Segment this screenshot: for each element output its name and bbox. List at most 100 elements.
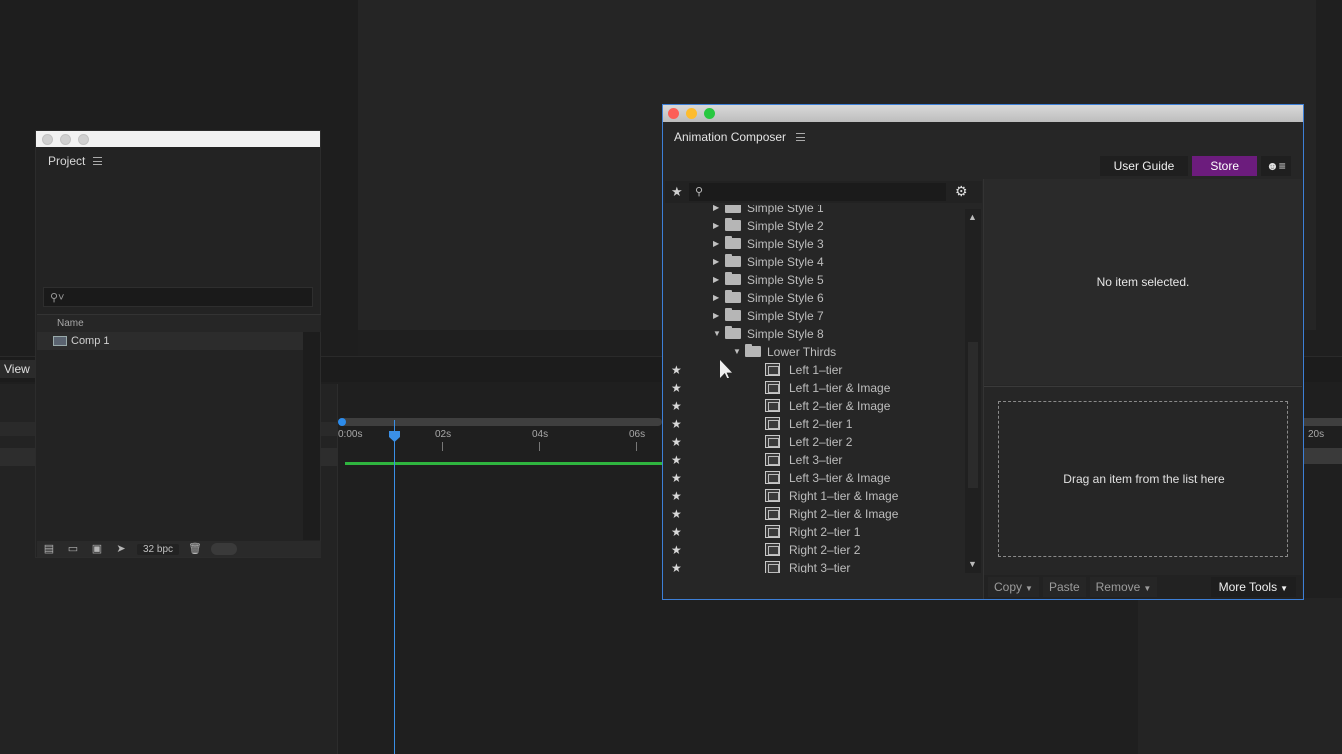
remove-button[interactable]: Remove ▼ (1089, 577, 1158, 597)
drop-zone[interactable]: Drag an item from the list here (998, 401, 1288, 557)
more-tools-button[interactable]: More Tools ▼ (1210, 577, 1296, 597)
work-area-bar[interactable] (340, 418, 662, 426)
scroll-up-icon[interactable]: ▲ (968, 212, 977, 222)
preset-icon (765, 381, 780, 394)
favorite-star-icon[interactable]: ★ (671, 525, 682, 539)
render-queue-icon[interactable]: ➤ (113, 544, 129, 555)
disclosure-expanded-icon[interactable]: ▼ (733, 347, 741, 356)
tick (539, 442, 540, 451)
panel-menu-icon[interactable] (796, 133, 806, 141)
tree-folder[interactable]: ▶ Simple Style 5 (665, 271, 965, 289)
tree-preset[interactable]: ★ Left 3–tier (665, 451, 965, 469)
project-search-input[interactable]: ⚲˅ (43, 287, 313, 307)
work-area-bar-end[interactable] (1304, 418, 1342, 426)
scroll-thumb[interactable] (968, 342, 978, 488)
preset-icon (765, 525, 780, 538)
tree-folder[interactable]: ▶ Simple Style 1 (665, 205, 965, 217)
store-button[interactable]: Store (1192, 156, 1257, 176)
preset-tree-scrollbar[interactable]: ▲ ▼ (965, 209, 981, 573)
scroll-down-icon[interactable]: ▼ (968, 559, 977, 569)
disclosure-collapsed-icon[interactable]: ▶ (713, 257, 719, 266)
favorites-filter-icon[interactable]: ★ (671, 184, 683, 200)
paste-button[interactable]: Paste (1042, 577, 1086, 597)
chevron-down-icon: ▼ (1025, 584, 1033, 593)
disclosure-collapsed-icon[interactable]: ▶ (713, 205, 719, 212)
favorite-star-icon[interactable]: ★ (671, 471, 682, 485)
interpret-footage-icon[interactable]: ▤ (41, 544, 57, 555)
favorite-star-icon[interactable]: ★ (671, 453, 682, 467)
minimize-button[interactable] (60, 133, 71, 145)
toggle-switch[interactable] (211, 543, 238, 555)
user-guide-button[interactable]: User Guide (1099, 156, 1189, 176)
settings-gear-icon[interactable]: ⚙ (955, 183, 968, 200)
disclosure-collapsed-icon[interactable]: ▶ (713, 293, 719, 302)
folder-icon (725, 254, 741, 267)
tree-folder[interactable]: ▶ Simple Style 3 (665, 235, 965, 253)
tree-preset[interactable]: ★ Left 1–tier (665, 361, 965, 379)
new-composition-icon[interactable]: ▣ (89, 544, 105, 555)
new-folder-icon[interactable]: ▭ (65, 544, 81, 555)
preset-icon (765, 453, 780, 466)
layer-duration-bar[interactable] (345, 462, 662, 465)
zoom-button[interactable] (704, 108, 715, 119)
search-icon: ⚲˅ (50, 292, 65, 304)
disclosure-collapsed-icon[interactable]: ▶ (713, 221, 719, 230)
user-menu-icon[interactable]: ☻≡ (1261, 156, 1291, 176)
tree-folder[interactable]: ▶ Simple Style 7 (665, 307, 965, 325)
disclosure-expanded-icon[interactable]: ▼ (713, 329, 721, 338)
view-menu[interactable]: View (0, 360, 36, 378)
tree-folder[interactable]: ▶ Simple Style 4 (665, 253, 965, 271)
project-item[interactable]: Comp 1 (37, 332, 303, 350)
close-button[interactable] (42, 133, 53, 145)
panel-menu-icon[interactable] (93, 157, 103, 165)
tick-label: 04s (532, 429, 549, 440)
playhead-line[interactable] (394, 420, 395, 754)
composer-footer: Copy ▼ Paste Remove ▼ More Tools ▼ (984, 575, 1302, 599)
favorite-star-icon[interactable]: ★ (671, 507, 682, 521)
tree-preset[interactable]: ★ Right 2–tier & Image (665, 505, 965, 523)
disclosure-collapsed-icon[interactable]: ▶ (713, 275, 719, 284)
tree-folder[interactable]: ▶ Simple Style 6 (665, 289, 965, 307)
project-scrollbar[interactable] (303, 332, 320, 540)
close-button[interactable] (668, 108, 679, 119)
favorite-star-icon[interactable]: ★ (671, 381, 682, 395)
preset-icon (765, 417, 780, 430)
trash-icon[interactable]: 🗑 (187, 544, 203, 555)
favorite-star-icon[interactable]: ★ (671, 435, 682, 449)
favorite-star-icon[interactable]: ★ (671, 543, 682, 557)
drop-area: Drag an item from the list here (984, 386, 1302, 573)
tree-folder[interactable]: ▼ Simple Style 8 (665, 325, 965, 343)
tree-item-label: Left 1–tier (789, 363, 843, 377)
zoom-button[interactable] (78, 133, 89, 145)
work-area-start-handle[interactable] (338, 418, 346, 426)
favorite-star-icon[interactable]: ★ (671, 561, 682, 573)
preset-search-input[interactable]: ⚲ (689, 183, 946, 201)
favorite-star-icon[interactable]: ★ (671, 399, 682, 413)
preset-icon (765, 471, 780, 484)
chevron-down-icon: ▼ (1280, 584, 1288, 593)
disclosure-collapsed-icon[interactable]: ▶ (713, 239, 719, 248)
copy-button[interactable]: Copy ▼ (988, 577, 1039, 597)
tree-preset[interactable]: ★ Right 1–tier & Image (665, 487, 965, 505)
favorite-star-icon[interactable]: ★ (671, 363, 682, 377)
column-header-name[interactable]: Name (37, 314, 321, 332)
tree-preset[interactable]: ★ Right 2–tier 2 (665, 541, 965, 559)
project-titlebar[interactable] (36, 131, 320, 147)
tree-preset[interactable]: ★ Left 3–tier & Image (665, 469, 965, 487)
minimize-button[interactable] (686, 108, 697, 119)
tree-item-label: Right 3–tier (789, 561, 851, 573)
favorite-star-icon[interactable]: ★ (671, 417, 682, 431)
tree-preset[interactable]: ★ Right 2–tier 1 (665, 523, 965, 541)
composer-titlebar[interactable] (663, 105, 1303, 122)
tree-folder[interactable]: ▶ Simple Style 2 (665, 217, 965, 235)
tree-preset[interactable]: ★ Left 2–tier & Image (665, 397, 965, 415)
tree-preset[interactable]: ★ Left 2–tier 1 (665, 415, 965, 433)
favorite-star-icon[interactable]: ★ (671, 489, 682, 503)
tree-preset[interactable]: ★ Left 2–tier 2 (665, 433, 965, 451)
tree-preset[interactable]: ★ Left 1–tier & Image (665, 379, 965, 397)
bit-depth-button[interactable]: 32 bpc (137, 543, 180, 555)
disclosure-collapsed-icon[interactable]: ▶ (713, 311, 719, 320)
tree-folder[interactable]: ▼ Lower Thirds (665, 343, 965, 361)
tree-item-label: Left 3–tier & Image (789, 471, 891, 485)
tree-preset[interactable]: ★ Right 3–tier (665, 559, 965, 573)
